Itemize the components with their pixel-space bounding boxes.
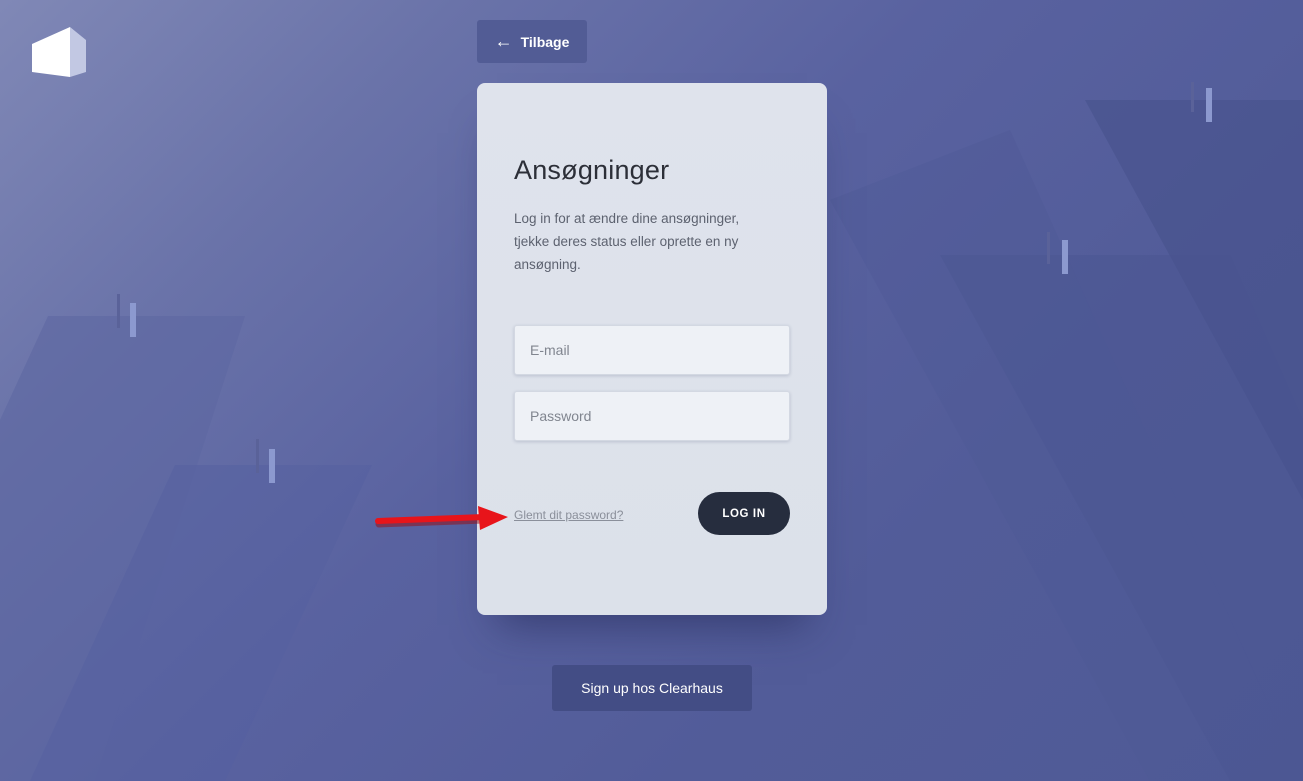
background-tick	[1047, 232, 1050, 264]
password-field[interactable]	[514, 391, 790, 441]
background-tick	[1062, 240, 1068, 274]
email-field[interactable]	[514, 325, 790, 375]
forgot-password-link[interactable]: Glemt dit password?	[514, 508, 623, 522]
red-arrow-annotation	[375, 506, 508, 530]
background-tick	[256, 439, 259, 473]
background-tick	[269, 449, 275, 483]
clearhaus-logo-icon[interactable]	[32, 27, 86, 77]
back-button-label: Tilbage	[520, 33, 570, 50]
background-tick	[117, 294, 120, 328]
login-button[interactable]: LOG IN	[698, 492, 790, 535]
background-tick	[130, 303, 136, 337]
page-title: Ansøgninger	[514, 155, 670, 185]
background-tick	[1191, 82, 1194, 112]
background-tick	[1206, 88, 1212, 122]
signup-button[interactable]: Sign up hos Clearhaus	[552, 665, 752, 711]
arrow-left-icon: ←	[494, 30, 513, 51]
back-button[interactable]: ← Tilbage	[477, 20, 587, 63]
login-card: Ansøgninger Log in for at ændre dine ans…	[477, 83, 827, 615]
login-description: Log in for at ændre dine ansøgninger, tj…	[514, 211, 740, 272]
